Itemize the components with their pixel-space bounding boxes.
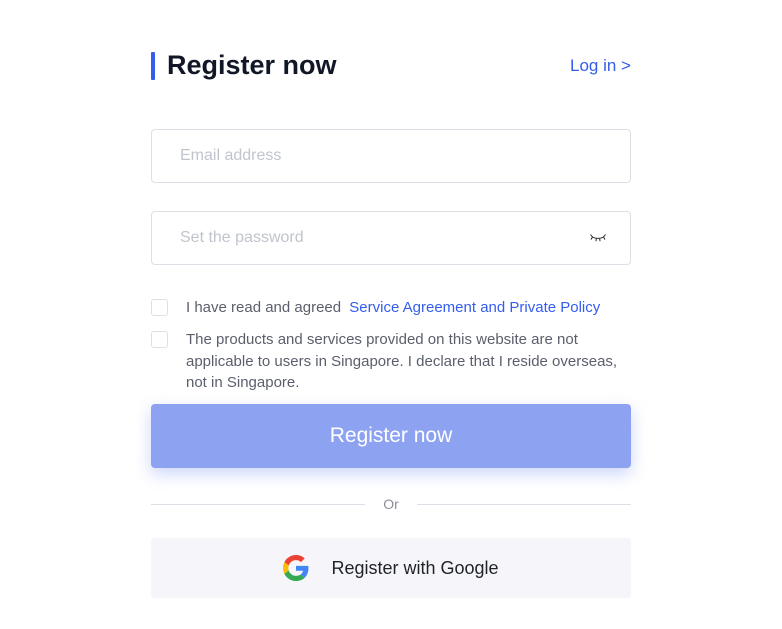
google-icon	[283, 555, 309, 581]
singapore-label: The products and services provided on th…	[186, 329, 631, 394]
agreement-checkbox[interactable]	[151, 299, 168, 316]
password-field[interactable]	[151, 211, 631, 265]
divider-line-left	[151, 504, 365, 505]
page-title: Register now	[167, 50, 337, 81]
agreement-row: I have read and agreed Service Agreement…	[151, 297, 631, 319]
form-header: Register now Log in >	[151, 50, 631, 81]
agreement-label: I have read and agreed Service Agreement…	[186, 297, 600, 319]
singapore-row: The products and services provided on th…	[151, 329, 631, 394]
register-form: Register now Log in > I have read and ag…	[151, 50, 631, 629]
email-field[interactable]	[151, 129, 631, 183]
title-wrap: Register now	[151, 50, 337, 81]
title-accent-bar	[151, 52, 155, 80]
google-button-label: Register with Google	[331, 558, 498, 579]
register-button[interactable]: Register now	[151, 404, 631, 468]
google-register-button[interactable]: Register with Google	[151, 538, 631, 598]
password-wrap	[151, 211, 631, 265]
agreement-policy-link[interactable]: Service Agreement and Private Policy	[349, 299, 600, 316]
eye-closed-icon[interactable]	[589, 232, 607, 244]
or-text: Or	[365, 496, 417, 512]
singapore-checkbox[interactable]	[151, 331, 168, 348]
agreement-prefix: I have read and agreed	[186, 299, 341, 316]
login-link[interactable]: Log in >	[570, 56, 631, 76]
or-divider: Or	[151, 496, 631, 512]
divider-line-right	[417, 504, 631, 505]
